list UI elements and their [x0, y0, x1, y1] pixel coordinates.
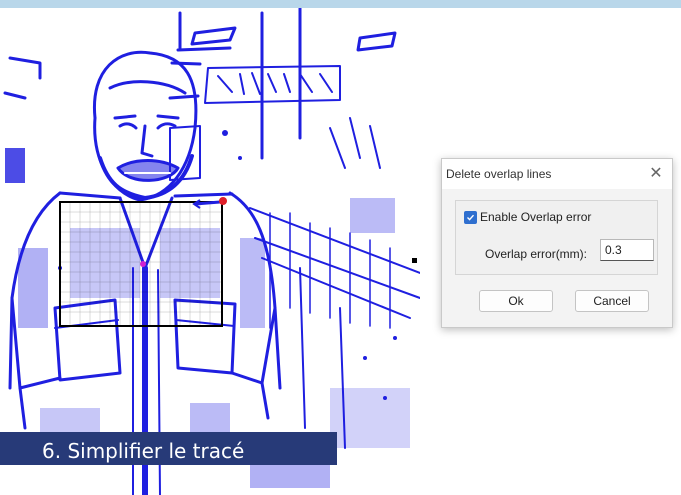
- overlap-error-input[interactable]: 0.3: [600, 239, 654, 261]
- options-group: Enable Overlap error Overlap error(mm): …: [455, 200, 658, 275]
- enable-overlap-checkbox-row[interactable]: Enable Overlap error: [464, 209, 591, 225]
- handle-black: [412, 258, 417, 263]
- delete-overlap-dialog: Delete overlap lines ✕ Enable Overlap er…: [441, 158, 673, 328]
- handle-magenta: [140, 261, 146, 267]
- caption-text: 6. Simplifier le tracé: [42, 439, 245, 463]
- dialog-titlebar[interactable]: Delete overlap lines ✕: [442, 159, 672, 189]
- caption-banner: 6. Simplifier le tracé: [0, 432, 337, 465]
- dialog-title: Delete overlap lines: [446, 167, 552, 181]
- handle-red: [219, 197, 227, 205]
- enable-overlap-checkbox[interactable]: [464, 210, 477, 224]
- overlap-error-label: Overlap error(mm):: [485, 247, 588, 261]
- checkmark-icon: [467, 214, 475, 221]
- enable-overlap-label: Enable Overlap error: [480, 210, 592, 224]
- ok-button[interactable]: Ok: [479, 290, 553, 312]
- cancel-button[interactable]: Cancel: [575, 290, 649, 312]
- traced-image: [3, 8, 420, 495]
- close-icon[interactable]: ✕: [648, 163, 664, 183]
- top-frame-strip: [0, 0, 681, 8]
- trace-canvas[interactable]: [0, 8, 420, 495]
